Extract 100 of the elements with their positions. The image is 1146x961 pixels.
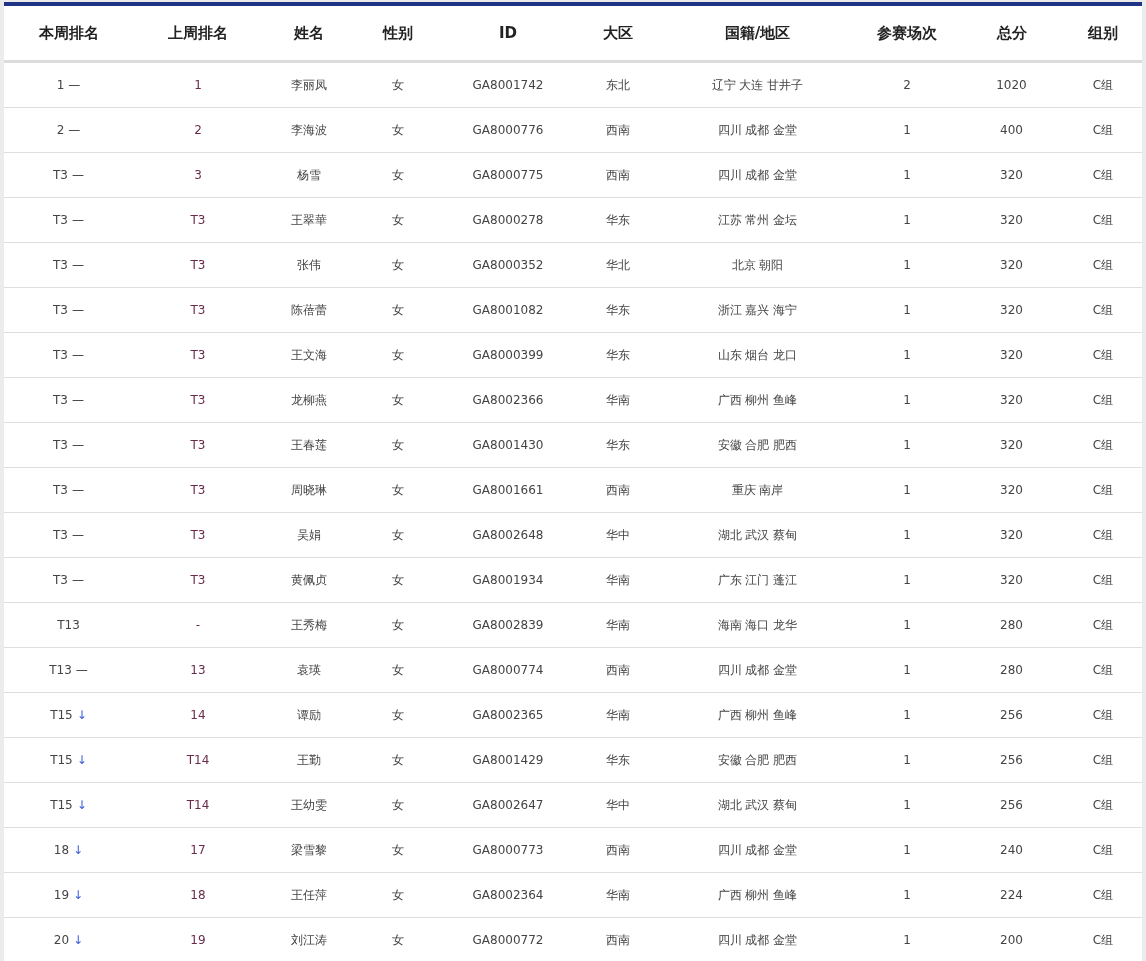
- table-cell: 1: [855, 107, 959, 153]
- table-cell: 四川 成都 金堂: [660, 827, 855, 873]
- table-cell: 王勤: [263, 737, 355, 783]
- table-cell: 广东 江门 蓬江: [660, 557, 855, 603]
- table-cell: T3: [133, 512, 263, 558]
- table-cell: GA8000278: [441, 197, 575, 243]
- table-cell: 华中: [575, 782, 660, 828]
- trend-indicator: ↓: [73, 933, 84, 947]
- table-cell: 女: [355, 242, 441, 288]
- table-cell: C组: [1064, 422, 1142, 468]
- table-cell: 王幼雯: [263, 782, 355, 828]
- table-cell: C组: [1064, 287, 1142, 333]
- rank-text: 20: [53, 933, 70, 947]
- table-cell: 江苏 常州 金坛: [660, 197, 855, 243]
- table-cell: 320: [959, 377, 1064, 423]
- rank-text: T3: [53, 393, 68, 407]
- table-cell: GA8001430: [441, 422, 575, 468]
- table-cell: 海南 海口 龙华: [660, 602, 855, 648]
- table-cell: 1: [855, 422, 959, 468]
- table-cell: 256: [959, 782, 1064, 828]
- table-cell: 女: [355, 332, 441, 378]
- table-cell: 安徽 合肥 肥西: [660, 737, 855, 783]
- table-cell: GA8000772: [441, 917, 575, 961]
- table-cell: 西南: [575, 152, 660, 198]
- table-cell: 西南: [575, 917, 660, 961]
- rank-text: 18: [53, 843, 70, 857]
- table-cell: T14: [133, 737, 263, 783]
- table-cell: 浙江 嘉兴 海宁: [660, 287, 855, 333]
- table-cell: 华南: [575, 557, 660, 603]
- table-cell: 1: [855, 287, 959, 333]
- table-cell: 龙柳燕: [263, 377, 355, 423]
- table-cell: 1: [855, 467, 959, 513]
- table-cell: C组: [1064, 647, 1142, 693]
- trend-indicator: —: [72, 393, 84, 407]
- table-cell: 1: [855, 782, 959, 828]
- table-cell: 320: [959, 467, 1064, 513]
- table-cell: T3: [133, 332, 263, 378]
- table-cell: 辽宁 大连 甘井子: [660, 61, 855, 108]
- table-cell: 女: [355, 692, 441, 738]
- trend-indicator: —: [72, 348, 84, 362]
- trend-indicator: —: [75, 663, 88, 677]
- table-cell: 1: [855, 647, 959, 693]
- rank-text: 2: [56, 123, 65, 137]
- table-cell: 华中: [575, 512, 660, 558]
- rank-text: T3: [53, 258, 68, 272]
- table-cell: 1020: [959, 61, 1064, 108]
- table-cell: T3: [133, 377, 263, 423]
- table-cell: GA8001934: [441, 557, 575, 603]
- table-cell: 256: [959, 692, 1064, 738]
- table-cell: 1: [855, 512, 959, 558]
- rank-text: T3: [53, 438, 68, 452]
- table-cell: 北京 朝阳: [660, 242, 855, 288]
- table-cell: C组: [1064, 61, 1142, 108]
- table-cell: 华东: [575, 197, 660, 243]
- rank-text: T15: [50, 708, 73, 722]
- column-header: 参赛场次: [855, 4, 959, 62]
- table-cell: GA8001661: [441, 467, 575, 513]
- table-cell: 13: [133, 647, 263, 693]
- table-cell: 东北: [575, 61, 660, 108]
- table-cell: 320: [959, 332, 1064, 378]
- table-cell: 女: [355, 61, 441, 108]
- table-cell: 吴娟: [263, 512, 355, 558]
- table-cell: 1: [855, 737, 959, 783]
- rank-text: T3: [53, 303, 68, 317]
- table-cell: GA8002364: [441, 872, 575, 918]
- rank-text: T3: [53, 213, 68, 227]
- table-cell: 400: [959, 107, 1064, 153]
- table-cell: 王文海: [263, 332, 355, 378]
- table-cell: 女: [355, 152, 441, 198]
- table-cell: GA8000774: [441, 647, 575, 693]
- table-cell: GA8001429: [441, 737, 575, 783]
- table-cell: C组: [1064, 242, 1142, 288]
- table-cell: 256: [959, 737, 1064, 783]
- table-cell: T3: [133, 467, 263, 513]
- table-cell: 1: [855, 557, 959, 603]
- table-cell: C组: [1064, 872, 1142, 918]
- table-cell: 1: [133, 61, 263, 108]
- table-cell: GA8000352: [441, 242, 575, 288]
- table-cell: 1: [855, 692, 959, 738]
- table-cell: 女: [355, 647, 441, 693]
- table-cell: GA8002366: [441, 377, 575, 423]
- table-cell: 320: [959, 152, 1064, 198]
- table-cell: 320: [959, 287, 1064, 333]
- trend-indicator: —: [72, 213, 84, 227]
- table-cell: 广西 柳州 鱼峰: [660, 692, 855, 738]
- table-cell: 女: [355, 737, 441, 783]
- column-header: 本周排名: [4, 4, 133, 62]
- table-cell: 19: [133, 917, 263, 961]
- table-cell: 华南: [575, 872, 660, 918]
- table-cell: GA8000399: [441, 332, 575, 378]
- table-cell: 华南: [575, 602, 660, 648]
- table-cell: 320: [959, 197, 1064, 243]
- trend-indicator: ↓: [73, 843, 84, 857]
- table-cell: 18: [133, 872, 263, 918]
- trend-indicator: —: [72, 258, 84, 272]
- table-cell: 湖北 武汉 蔡甸: [660, 782, 855, 828]
- table-cell: 200: [959, 917, 1064, 961]
- table-cell: C组: [1064, 107, 1142, 153]
- rank-text: T3: [53, 573, 68, 587]
- table-cell: C组: [1064, 782, 1142, 828]
